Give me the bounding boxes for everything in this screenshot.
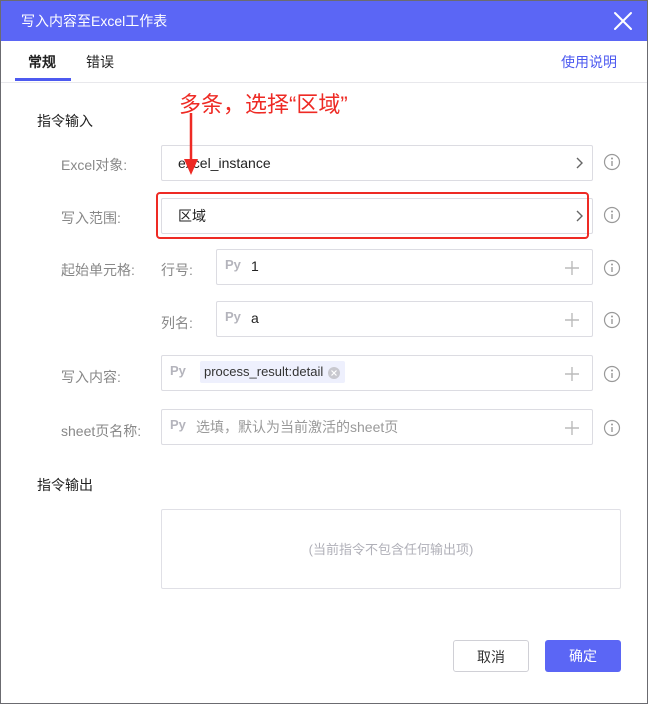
python-prefix: Py (225, 309, 241, 324)
start-cell-label: 起始单元格: (61, 262, 135, 278)
excel-object-select[interactable]: excel_instance (161, 145, 593, 181)
dialog: 写入内容至Excel工作表 常规 错误 使用说明 指令输入 Excel对象: e… (0, 0, 648, 704)
active-tab-indicator (15, 78, 71, 81)
output-section-title: 指令输出 (37, 477, 93, 493)
title-bar: 写入内容至Excel工作表 (1, 1, 647, 41)
tab-general[interactable]: 常规 (28, 41, 56, 83)
write-content-label: 写入内容: (61, 369, 121, 385)
variable-tag[interactable]: process_result:detail (200, 361, 346, 383)
row-value: 1 (251, 258, 259, 274)
cancel-button[interactable]: 取消 (453, 640, 529, 672)
python-prefix: Py (170, 417, 186, 432)
column-label: 列名: (161, 315, 193, 331)
excel-object-label: Excel对象: (61, 157, 128, 173)
python-prefix: Py (225, 257, 241, 272)
row-input[interactable]: Py 1 (216, 249, 593, 285)
tab-bar: 常规 错误 使用说明 (1, 41, 647, 83)
info-icon[interactable] (603, 365, 621, 383)
sheet-name-input[interactable]: Py 选填，默认为当前激活的sheet页 (161, 409, 593, 445)
tab-error[interactable]: 错误 (86, 41, 114, 83)
write-range-label: 写入范围: (61, 210, 121, 226)
write-content-input[interactable]: Py process_result:detail (161, 355, 593, 391)
annotation-highlight-box (156, 192, 589, 239)
dialog-title: 写入内容至Excel工作表 (21, 13, 168, 29)
column-input[interactable]: Py a (216, 301, 593, 337)
row-label: 行号: (161, 262, 193, 278)
info-icon[interactable] (603, 153, 621, 171)
chevron-right-icon (572, 156, 586, 170)
variable-tag-label: process_result:detail (204, 364, 324, 379)
info-icon[interactable] (603, 311, 621, 329)
help-link[interactable]: 使用说明 (561, 41, 617, 83)
output-empty-text: (当前指令不包含任何输出项) (308, 542, 474, 557)
close-icon[interactable] (611, 9, 635, 33)
info-icon[interactable] (603, 419, 621, 437)
remove-tag-icon[interactable] (327, 365, 341, 379)
sheet-name-label: sheet页名称: (61, 423, 142, 439)
info-icon[interactable] (603, 259, 621, 277)
plus-icon[interactable] (564, 366, 580, 382)
confirm-button[interactable]: 确定 (545, 640, 621, 672)
output-box: (当前指令不包含任何输出项) (161, 509, 621, 589)
arrow-down-icon (181, 111, 201, 177)
plus-icon[interactable] (564, 260, 580, 276)
python-prefix: Py (170, 363, 186, 378)
plus-icon[interactable] (564, 420, 580, 436)
annotation-text: 多条，选择“区域” (179, 92, 348, 117)
sheet-name-placeholder: 选填，默认为当前激活的sheet页 (196, 419, 399, 435)
plus-icon[interactable] (564, 312, 580, 328)
info-icon[interactable] (603, 206, 621, 224)
column-value: a (251, 310, 259, 326)
input-section-title: 指令输入 (37, 113, 93, 129)
